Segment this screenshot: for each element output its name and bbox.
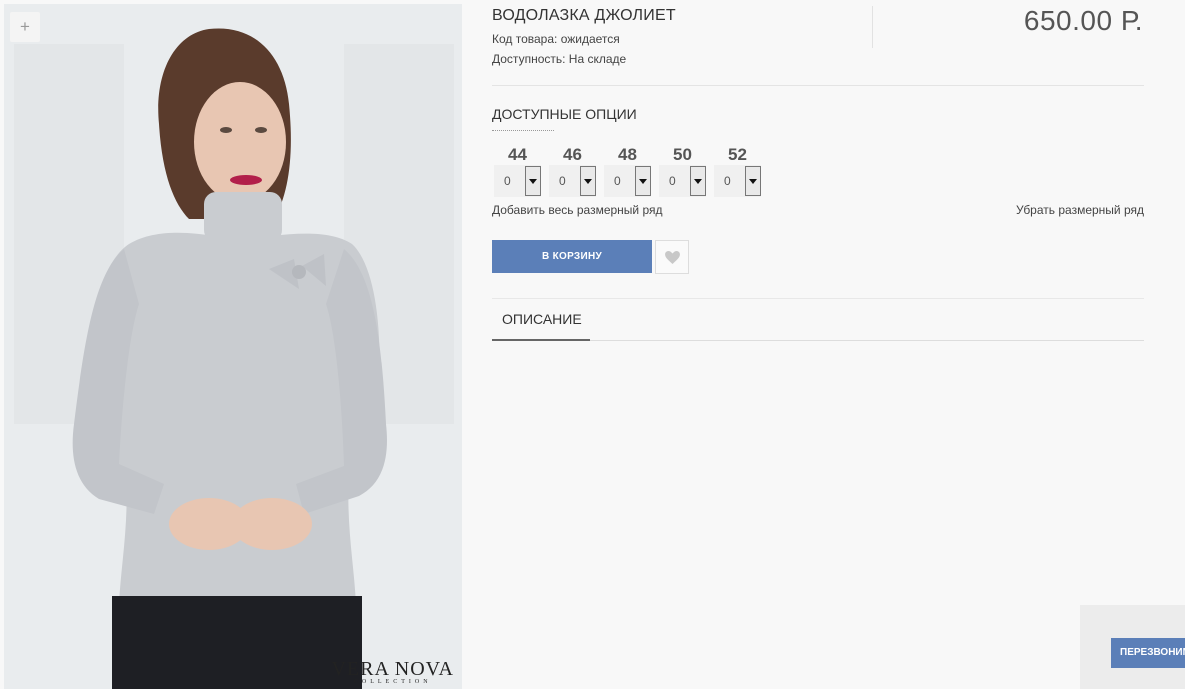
size-options: 44 0 46 0 48 0 50 0 52 0: [494, 145, 761, 197]
dropdown-arrow-icon[interactable]: [690, 166, 706, 196]
product-price: 650.00 Р.: [1023, 5, 1143, 36]
size-qty-select[interactable]: 0: [549, 165, 596, 197]
size-qty-select[interactable]: 0: [494, 165, 541, 197]
tab-active-indicator: [492, 339, 590, 341]
size-qty-value: 0: [614, 174, 621, 188]
options-title-underline: [492, 130, 554, 131]
model-illustration: [4, 4, 462, 689]
callback-button[interactable]: ПЕРЕЗВОНИМ: [1111, 638, 1185, 668]
size-qty-value: 0: [504, 174, 511, 188]
size-option: 46 0: [549, 145, 596, 197]
tab-description[interactable]: ОПИСАНИЕ: [502, 311, 582, 327]
brand-name: VERA NOVA: [331, 658, 454, 680]
product-image[interactable]: + VERA NOVA COLLECTION: [4, 4, 462, 689]
size-option: 52 0: [714, 145, 761, 197]
size-qty-select[interactable]: 0: [714, 165, 761, 197]
product-title: ВОДОЛАЗКА ДЖОЛИЕТ: [492, 7, 676, 24]
zoom-button[interactable]: +: [10, 12, 40, 42]
size-option: 48 0: [604, 145, 651, 197]
size-label: 46: [563, 145, 582, 164]
size-qty-value: 0: [724, 174, 731, 188]
options-title: ДОСТУПНЫЕ ОПЦИИ: [492, 106, 637, 122]
heart-icon: [665, 251, 680, 264]
dropdown-arrow-icon[interactable]: [745, 166, 761, 196]
divider: [492, 298, 1144, 299]
size-option: 50 0: [659, 145, 706, 197]
add-all-sizes-link[interactable]: Добавить весь размерный ряд: [492, 203, 663, 217]
add-to-cart-button[interactable]: В КОРЗИНУ: [492, 240, 652, 273]
wishlist-button[interactable]: [655, 240, 689, 274]
product-page: + VERA NOVA COLLECTION ВОДОЛАЗКА ДЖОЛИЕТ…: [0, 0, 1185, 689]
product-code: Код товара: ожидается: [492, 32, 620, 46]
size-label: 48: [618, 145, 637, 164]
size-option: 44 0: [494, 145, 541, 197]
remove-all-sizes-link[interactable]: Убрать размерный ряд: [1016, 203, 1144, 217]
size-qty-value: 0: [669, 174, 676, 188]
dropdown-arrow-icon[interactable]: [580, 166, 596, 196]
size-qty-value: 0: [559, 174, 566, 188]
divider: [492, 85, 1144, 86]
dropdown-arrow-icon[interactable]: [525, 166, 541, 196]
size-label: 50: [673, 145, 692, 164]
divider-vertical: [872, 6, 873, 48]
size-qty-select[interactable]: 0: [659, 165, 706, 197]
brand-logo: VERA NOVA COLLECTION: [331, 658, 454, 685]
product-availability: Доступность: На складе: [492, 52, 627, 66]
dropdown-arrow-icon[interactable]: [635, 166, 651, 196]
size-label: 44: [508, 145, 527, 164]
size-label: 52: [728, 145, 747, 164]
size-qty-select[interactable]: 0: [604, 165, 651, 197]
